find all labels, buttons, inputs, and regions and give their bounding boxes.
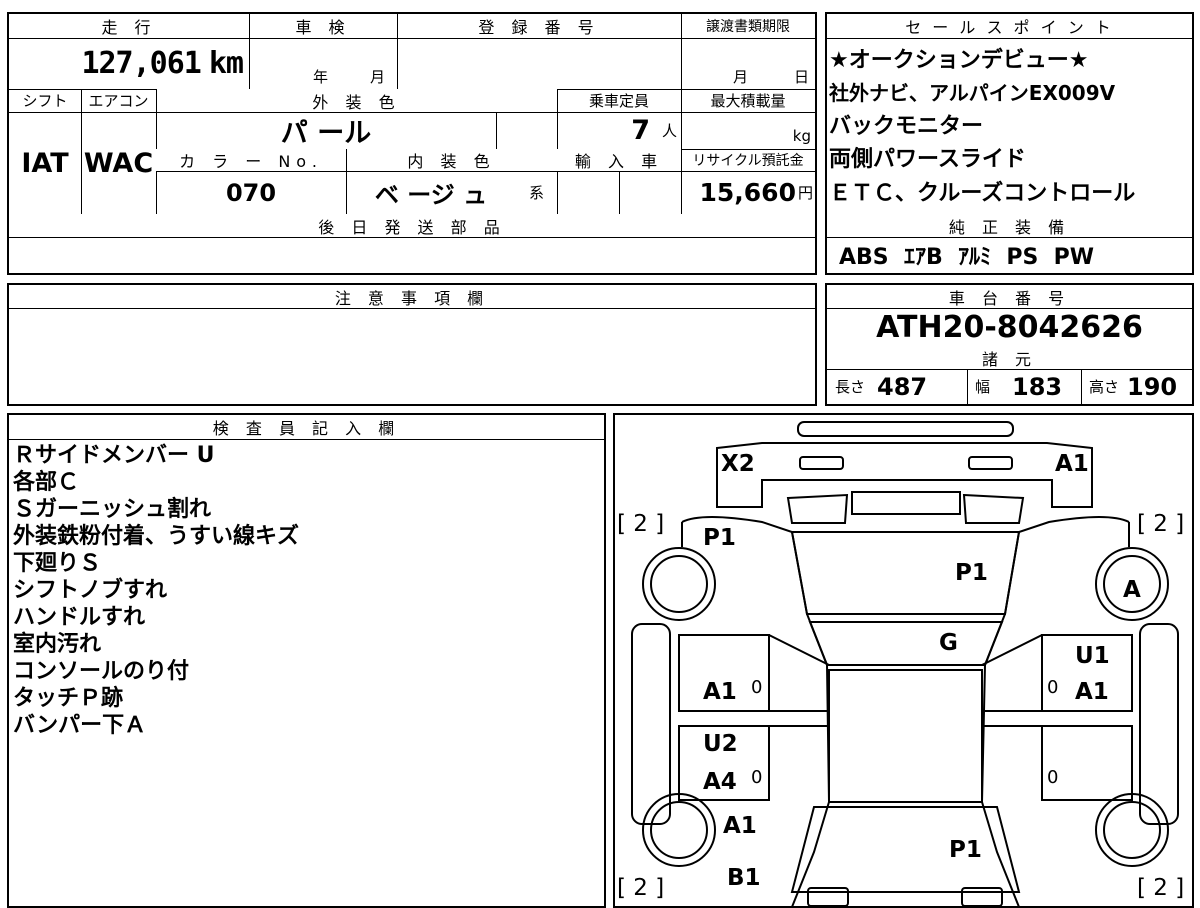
damage-label-g: G	[939, 630, 958, 656]
door-marker: 0	[1047, 767, 1059, 788]
caution-header: 注 意 事 項 欄	[9, 285, 815, 308]
damage-label-u1: U1	[1075, 643, 1110, 669]
damage-label-x2: X2	[721, 451, 755, 477]
inspector-note: タッチＰ跡	[13, 686, 124, 711]
aircon-header: エアコン	[88, 92, 149, 110]
shift-header: シフト	[22, 92, 68, 110]
capacity-value: 7 人	[557, 112, 681, 149]
damage-label-b1: B1	[727, 865, 761, 891]
shift-value: IAT	[21, 147, 69, 179]
inspector-note: 外装鉄粉付着、うすい線キズ	[13, 524, 300, 549]
sales-point-line: 両側パワースライド	[829, 147, 1026, 172]
inspector-box: 検 査 員 記 入 欄 Ｒサイドメンバー U 各部Ｃ Ｓガーニッシュ割れ 外装鉄…	[7, 413, 606, 908]
interior-color-header: 内 装 色	[346, 149, 557, 171]
sales-point-line: バックモニター	[829, 114, 984, 139]
exterior-color-value: パ ール	[280, 118, 372, 149]
sales-points-box: セ ー ル ス ポ イ ン ト ★オークションデビュー★ 社外ナビ、アルパインE…	[825, 12, 1194, 275]
inspector-note: 各部Ｃ	[13, 470, 80, 495]
damage-label-p1-hood: P1	[955, 560, 988, 586]
capacity-unit: 人	[661, 122, 677, 140]
max-load-unit: kg	[792, 127, 811, 145]
bracket-label: [ 2 ]	[617, 875, 665, 901]
inspector-note: シフトノブすれ	[13, 578, 168, 603]
door-marker: 0	[751, 677, 763, 698]
interior-suffix: 系	[528, 184, 544, 202]
genuine-equipment-value: ABS ｴｱB ｱﾙﾐ PS PW	[839, 245, 1095, 270]
door-marker: 0	[751, 767, 763, 788]
transfer-day: 日	[793, 68, 809, 86]
vehicle-info-table: 走 行 車 検 登 録 番 号 譲渡書類期限 127,061 km 年 月 月 …	[7, 12, 817, 275]
spec-width: 幅 183	[967, 369, 1081, 404]
imported-header: 輸 入 車	[557, 149, 681, 171]
damage-label-a4: A4	[703, 769, 737, 795]
damage-label-a1-front: A1	[1055, 451, 1089, 477]
bracket-label: [ 2 ]	[617, 511, 665, 537]
color-no-value: 070	[225, 178, 277, 207]
recycle-unit: 円	[797, 184, 813, 202]
inspector-note: Ｒサイドメンバー U	[13, 443, 215, 468]
bracket-label: [ 2 ]	[1137, 875, 1185, 901]
exterior-color-header: 外 装 色	[156, 89, 557, 112]
aircon-value: WAC	[83, 147, 154, 179]
inspector-note: Ｓガーニッシュ割れ	[13, 497, 212, 522]
damage-label-p1-rear: P1	[949, 837, 982, 863]
door-marker: 0	[1047, 677, 1059, 698]
damage-label-a1-right: A1	[1075, 679, 1109, 705]
chassis-number: ATH20-8042626	[876, 309, 1143, 345]
height-value: 190	[1127, 372, 1178, 401]
inspection-header: 車 検	[249, 14, 397, 38]
reg-number-header: 登 録 番 号	[397, 14, 681, 38]
caution-box: 注 意 事 項 欄	[7, 283, 817, 406]
inspector-header: 検 査 員 記 入 欄	[9, 415, 604, 439]
inspection-month: 月	[369, 68, 385, 86]
max-load-header: 最大積載量	[710, 92, 786, 110]
sales-point-line: ＥＴＣ、クルーズコントロール	[829, 181, 1136, 206]
sales-points-header: セ ー ル ス ポ イ ン ト	[827, 14, 1192, 38]
sales-point-line: 社外ナビ、アルパインEX009V	[829, 81, 1116, 105]
inspector-note: 室内汚れ	[13, 632, 102, 657]
width-label: 幅	[975, 378, 991, 396]
chassis-header: 車 台 番 号	[827, 285, 1192, 308]
damage-label-a-wheel: A	[1123, 577, 1141, 603]
genuine-equipment-header: 純 正 装 備	[827, 214, 1192, 237]
chassis-box: 車 台 番 号 ATH20-8042626 諸 元 長さ 487 幅 183 高…	[825, 283, 1194, 406]
mileage-value: 127,061 km	[9, 38, 249, 89]
bracket-label: [ 2 ]	[1137, 511, 1185, 537]
interior-color-value: ベ ージ ュ	[374, 181, 488, 209]
color-no-header: カ ラ ー No.	[156, 149, 346, 171]
damage-label-a1-left: A1	[703, 679, 737, 705]
length-value: 487	[877, 372, 928, 401]
recycle-amount: 15,660	[699, 178, 796, 207]
mileage-number: 127,061	[81, 46, 201, 81]
capacity-number: 7	[631, 115, 650, 146]
mileage-header: 走 行	[9, 14, 249, 38]
length-label: 長さ	[835, 378, 866, 396]
damage-label-u2: U2	[703, 731, 738, 757]
inspector-note: コンソールのり付	[13, 659, 190, 684]
specs-header: 諸 元	[827, 346, 1192, 369]
mileage-unit: km	[208, 46, 244, 81]
later-parts-header: 後 日 発 送 部 品	[9, 214, 815, 237]
inspector-note: バンパー下Ａ	[13, 713, 147, 738]
inspector-note: 下廻りＳ	[13, 551, 102, 576]
recycle-header: リサイクル預託金	[692, 153, 804, 169]
damage-label-p1-left: P1	[703, 525, 736, 551]
damage-label-a1-left-rear: A1	[723, 813, 757, 839]
recycle-value: 15,660 円	[681, 171, 815, 214]
sales-point-line: ★オークションデビュー★	[829, 48, 1089, 73]
spec-height: 高さ 190	[1081, 369, 1192, 404]
transfer-limit-header: 譲渡書類期限	[681, 14, 815, 38]
height-label: 高さ	[1089, 378, 1120, 396]
inspector-note: ハンドルすれ	[13, 605, 146, 630]
later-parts-value	[9, 237, 815, 273]
width-value: 183	[1012, 372, 1063, 401]
capacity-header: 乗車定員	[588, 92, 649, 110]
car-diagram-box: X2 A1 [ 2 ] [ 2 ] [ 2 ] [ 2 ] P1 P1 A G …	[613, 413, 1194, 908]
spec-length: 長さ 487	[827, 369, 967, 404]
